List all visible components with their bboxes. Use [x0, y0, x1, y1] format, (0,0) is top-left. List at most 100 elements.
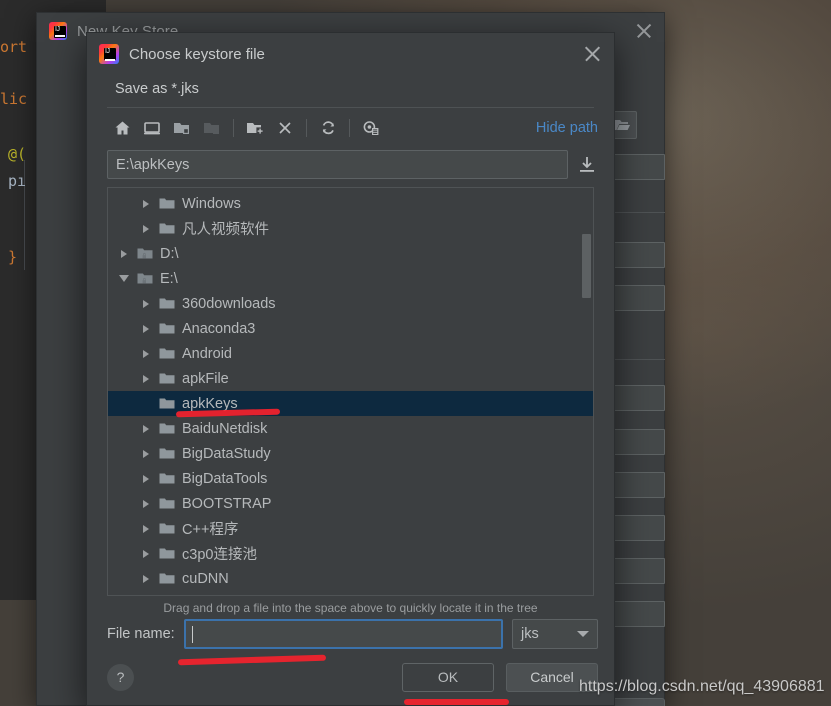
- chevron-right-icon[interactable]: [136, 324, 156, 333]
- cert-field-5[interactable]: [607, 558, 665, 584]
- chevron-right-icon[interactable]: [136, 224, 156, 233]
- folder-up-icon[interactable]: [167, 114, 197, 142]
- chevron-right-icon[interactable]: [136, 449, 156, 458]
- folder-icon: [197, 114, 227, 142]
- tree-row-label: Android: [182, 345, 232, 362]
- chevron-right-icon[interactable]: [136, 574, 156, 583]
- delete-icon[interactable]: [270, 114, 300, 142]
- tree-row[interactable]: 360downloads: [108, 291, 593, 316]
- tree-row[interactable]: C++程序: [108, 516, 593, 541]
- key-password-field[interactable]: [607, 285, 665, 311]
- toolbar-divider-3: [349, 119, 350, 137]
- tree-row[interactable]: c3p0连接池: [108, 541, 593, 566]
- folder-icon: [156, 572, 178, 585]
- folder-icon: [156, 347, 178, 360]
- chevron-right-icon[interactable]: [136, 524, 156, 533]
- path-input[interactable]: E:\apkKeys: [107, 150, 568, 179]
- cert-field-3[interactable]: [607, 472, 665, 498]
- code-fragment: @(: [8, 145, 27, 163]
- file-chooser-toolbar: Hide path: [87, 108, 614, 148]
- tree-row[interactable]: Windows: [108, 191, 593, 216]
- cert-field-4[interactable]: [607, 515, 665, 541]
- dialog-button-bar: ? OK Cancel: [87, 649, 614, 705]
- code-fragment: pı: [8, 172, 27, 190]
- tree-row-label: BigDataStudy: [182, 445, 271, 462]
- folder-icon: [156, 522, 178, 535]
- refresh-icon[interactable]: [313, 114, 343, 142]
- dialog-subtitle: Save as *.jks: [115, 81, 199, 97]
- tree-row-label: apkKeys: [182, 395, 238, 412]
- chevron-right-icon[interactable]: [136, 424, 156, 433]
- ok-label: OK: [437, 669, 459, 685]
- tree-row[interactable]: Android: [108, 341, 593, 366]
- jetbrains-intellij-icon: [99, 44, 119, 64]
- tree-row-label: 凡人视频软件: [182, 222, 269, 238]
- folder-icon: [156, 197, 178, 210]
- tree-row[interactable]: BaiduNetdisk: [108, 416, 593, 441]
- tree-row-label: BaiduNetdisk: [182, 420, 268, 437]
- tree-row[interactable]: D:\: [108, 241, 593, 266]
- new-folder-icon[interactable]: [240, 114, 270, 142]
- chevron-right-icon[interactable]: [136, 499, 156, 508]
- tree-row[interactable]: cuDNN: [108, 566, 593, 591]
- drag-drop-hint: Drag and drop a file into the space abov…: [163, 601, 538, 615]
- chevron-right-icon[interactable]: [136, 474, 156, 483]
- tree-row-label: Anaconda3: [182, 320, 256, 337]
- tree-row[interactable]: apkFile: [108, 366, 593, 391]
- tree-row[interactable]: BigDataTools: [108, 466, 593, 491]
- folder-icon: [156, 297, 178, 310]
- close-icon[interactable]: [583, 44, 602, 63]
- extension-value: jks: [521, 626, 539, 642]
- folder-icon: [156, 472, 178, 485]
- tree-row-label: apkFile: [182, 370, 229, 387]
- folder-icon: [156, 447, 178, 460]
- folder-icon: [156, 397, 178, 410]
- tree-row-label: D:\: [160, 245, 179, 262]
- tree-row[interactable]: Anaconda3: [108, 316, 593, 341]
- folder-icon: [156, 322, 178, 335]
- cert-field-6[interactable]: [607, 601, 665, 627]
- tree-row[interactable]: 凡人视频软件: [108, 216, 593, 241]
- chevron-right-icon[interactable]: [136, 374, 156, 383]
- chevron-right-icon[interactable]: [114, 249, 134, 258]
- folder-open-icon: [614, 120, 630, 130]
- chevron-right-icon[interactable]: [136, 349, 156, 358]
- tree-row-label: E:\: [160, 270, 178, 287]
- file-name-row: File name: jks: [87, 619, 614, 649]
- tree-scrollbar-thumb[interactable]: [582, 234, 591, 298]
- key-alias-field[interactable]: [607, 242, 665, 268]
- tree-row-label: C++程序: [182, 522, 239, 538]
- directory-tree[interactable]: Windows 凡人视频软件 D:\ E:\ 360downloads Anaconda3…: [107, 187, 594, 596]
- hidden-files-icon[interactable]: [356, 114, 386, 142]
- file-name-label: File name:: [107, 626, 175, 642]
- chevron-down-icon[interactable]: [114, 275, 134, 282]
- extension-select[interactable]: jks: [512, 619, 598, 649]
- tree-row-label: Windows: [182, 195, 241, 212]
- tree-row-label: BigDataTools: [182, 470, 268, 487]
- chevron-right-icon[interactable]: [136, 299, 156, 308]
- desktop-icon[interactable]: [137, 114, 167, 142]
- key-store-password-field[interactable]: [607, 154, 665, 180]
- tree-row-label: 360downloads: [182, 295, 276, 312]
- close-icon[interactable]: [634, 21, 654, 41]
- cert-field-1[interactable]: [607, 385, 665, 411]
- tree-row-label: BOOTSTRAP: [182, 495, 272, 512]
- hide-path-link[interactable]: Hide path: [536, 120, 598, 136]
- chevron-right-icon[interactable]: [136, 199, 156, 208]
- tree-row[interactable]: E:\: [108, 266, 593, 291]
- ok-button[interactable]: OK: [402, 662, 494, 692]
- home-icon[interactable]: [107, 114, 137, 142]
- folder-icon: [156, 497, 178, 510]
- chevron-right-icon[interactable]: [136, 549, 156, 558]
- save-to-path-icon[interactable]: [576, 154, 598, 176]
- tree-row[interactable]: BigDataStudy: [108, 441, 593, 466]
- tree-row-selected[interactable]: apkKeys: [108, 391, 593, 416]
- tree-row[interactable]: BOOTSTRAP: [108, 491, 593, 516]
- choose-keystore-file-dialog: Choose keystore file Save as *.jks: [86, 32, 615, 706]
- help-button[interactable]: ?: [107, 663, 134, 691]
- jetbrains-intellij-icon: [49, 22, 67, 40]
- help-label: ?: [116, 669, 125, 685]
- cert-field-2[interactable]: [607, 429, 665, 455]
- tree-body: Windows 凡人视频软件 D:\ E:\ 360downloads Anaconda3…: [108, 188, 593, 595]
- file-name-input[interactable]: [183, 619, 503, 649]
